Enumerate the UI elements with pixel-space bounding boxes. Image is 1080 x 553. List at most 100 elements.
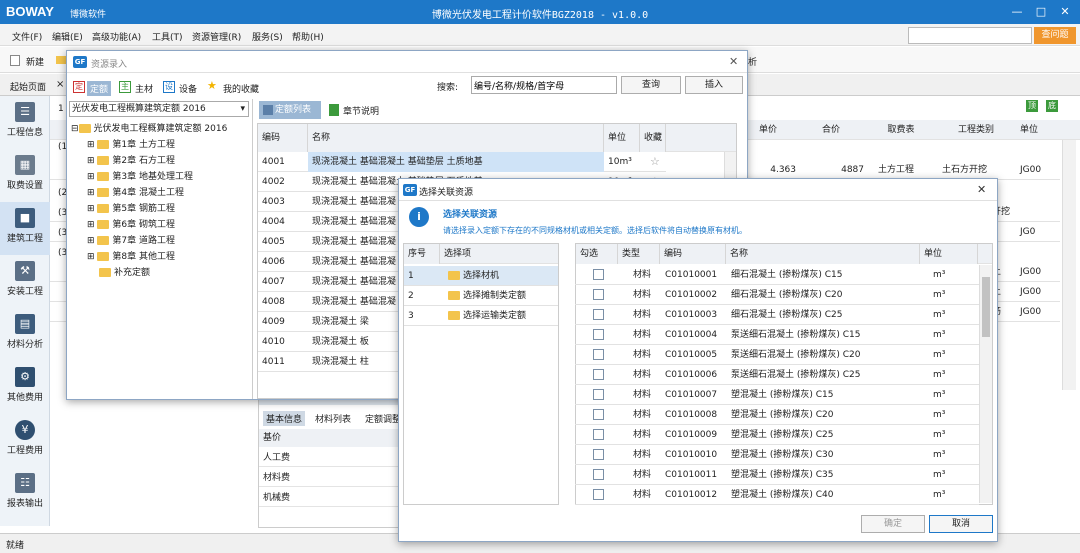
nav-other-fees[interactable]: ⚙ 其他费用	[0, 361, 50, 414]
tab-equipment[interactable]: 设备	[179, 82, 197, 95]
dialog-close-icon[interactable]: ✕	[729, 55, 738, 68]
ok-button[interactable]: 确定	[861, 515, 925, 533]
tree-item[interactable]: 补充定额	[99, 265, 150, 278]
bg-vertical-scrollbar[interactable]	[1062, 140, 1076, 390]
expand-icon[interactable]: ⊞	[87, 140, 95, 150]
tree-item[interactable]: ⊞ 第3章 地基处理工程	[87, 169, 193, 182]
tab-material-list[interactable]: 材料列表	[315, 412, 351, 425]
row-name: 塑混凝土 (掺粉煤灰) C15	[731, 390, 834, 400]
nav-fee-settings[interactable]: ▦ 取费设置	[0, 149, 50, 202]
row-checkbox[interactable]	[589, 485, 609, 505]
tree-item[interactable]: ⊞ 第6章 砌筑工程	[87, 217, 175, 230]
row-checkbox[interactable]	[589, 325, 609, 345]
new-button[interactable]: 新建	[26, 55, 44, 68]
nav-project-info[interactable]: ☰ 工程信息	[0, 96, 50, 149]
row-code: 4007	[262, 277, 285, 287]
tab-close-icon[interactable]: ×	[56, 79, 64, 90]
top-search-input[interactable]	[908, 27, 1032, 44]
row-checkbox[interactable]	[589, 385, 609, 405]
tab-my-favorites[interactable]: 我的收藏	[223, 82, 259, 95]
tree-item[interactable]: ⊞ 第5章 钢筋工程	[87, 201, 175, 214]
tab-quota-adjust[interactable]: 定额调整	[365, 412, 401, 425]
table-row[interactable]: 材料 C01010002 细石混凝土 (掺粉煤灰) C20 m³	[575, 285, 979, 305]
nav-building-works[interactable]: ■ 建筑工程	[0, 202, 50, 255]
table-row[interactable]: 材料 C01010005 泵送细石混凝土 (掺粉煤灰) C20 m³	[575, 345, 979, 365]
menu-resources[interactable]: 资源管理(R)	[192, 30, 241, 43]
table-row[interactable]: 材料 C01010003 细石混凝土 (掺粉煤灰) C25 m³	[575, 305, 979, 325]
menu-advanced[interactable]: 高级功能(A)	[92, 30, 141, 43]
resource-search-input[interactable]	[471, 76, 617, 94]
quota-set-select[interactable]: 光伏发电工程概算建筑定额 2016 ▾	[69, 101, 249, 117]
bottom-toggle-icon[interactable]: 底	[1046, 100, 1058, 112]
minimize-icon[interactable]: —	[1008, 4, 1026, 20]
menu-tools[interactable]: 工具(T)	[152, 30, 183, 43]
top-toggle-icon[interactable]: 顶	[1026, 100, 1038, 112]
table-row[interactable]: 材料 C01010012 塑混凝土 (掺粉煤灰) C40 m³	[575, 485, 979, 505]
book-icon	[329, 104, 339, 116]
list-item[interactable]: 3 选择运输类定额	[404, 306, 558, 326]
tree-root[interactable]: ⊟ 光伏发电工程概算建筑定额 2016	[71, 121, 227, 134]
close-icon[interactable]: ✕	[1056, 4, 1074, 20]
tab-basic-info[interactable]: 基本信息	[263, 411, 306, 426]
insert-button[interactable]: 插入	[685, 76, 743, 94]
row-checkbox[interactable]	[589, 345, 609, 365]
row-checkbox[interactable]	[589, 425, 609, 445]
new-file-icon[interactable]	[10, 55, 20, 66]
row-checkbox[interactable]	[589, 365, 609, 385]
tree-item[interactable]: ⊞ 第7章 道路工程	[87, 233, 175, 246]
tab-quota[interactable]: 定额	[87, 81, 112, 96]
table-row[interactable]: 材料 C01010001 细石混凝土 (掺粉煤灰) C15 m³	[575, 265, 979, 285]
list-item[interactable]: 1 选择材机	[404, 266, 558, 286]
folder-icon	[97, 188, 110, 197]
expand-icon[interactable]: ⊞	[87, 220, 95, 230]
row-checkbox[interactable]	[589, 405, 609, 425]
tree-item[interactable]: ⊞ 第2章 石方工程	[87, 153, 175, 166]
list-item[interactable]: 2 选择摊制类定额	[404, 286, 558, 306]
tab-start-page[interactable]: 起始页面	[10, 80, 46, 93]
tree-item[interactable]: ⊞ 第8章 其他工程	[87, 249, 175, 262]
scrollbar-thumb[interactable]	[982, 277, 990, 337]
nav-project-fees[interactable]: ¥ 工程费用	[0, 414, 50, 467]
row-checkbox[interactable]	[589, 465, 609, 485]
query-button[interactable]: 查询	[621, 76, 681, 94]
expand-icon[interactable]: ⊞	[87, 156, 95, 166]
table-row[interactable]: 材料 C01010004 泵送细石混凝土 (掺粉煤灰) C15 m³	[575, 325, 979, 345]
material-table-scrollbar[interactable]	[979, 265, 992, 503]
expand-icon[interactable]: ⊞	[87, 188, 95, 198]
tree-item[interactable]: ⊞ 第1章 土方工程	[87, 137, 175, 150]
cancel-button[interactable]: 取消	[929, 515, 993, 533]
expand-icon[interactable]: ⊞	[87, 236, 95, 246]
row-checkbox[interactable]	[589, 305, 609, 325]
dialog-close-icon[interactable]: ✕	[977, 183, 986, 196]
expand-icon[interactable]: ⊟	[71, 124, 79, 134]
open-folder-icon[interactable]	[56, 56, 66, 64]
ask-question-button[interactable]: 查问题	[1034, 27, 1076, 44]
table-row[interactable]: 材料 C01010009 塑混凝土 (掺粉煤灰) C25 m³	[575, 425, 979, 445]
nav-install-works[interactable]: ⚒ 安装工程	[0, 255, 50, 308]
table-row[interactable]: 材料 C01010007 塑混凝土 (掺粉煤灰) C15 m³	[575, 385, 979, 405]
expand-icon[interactable]: ⊞	[87, 204, 95, 214]
expand-icon[interactable]: ⊞	[87, 252, 95, 262]
row-checkbox[interactable]	[589, 445, 609, 465]
tab-main-material[interactable]: 主材	[135, 82, 153, 95]
maximize-icon[interactable]: □	[1032, 4, 1050, 20]
tab-chapter-notes[interactable]: 章节说明	[343, 104, 379, 117]
table-row[interactable]: 4001 现浇混凝土 基础混凝土 基础垫层 土质地基 10m³ ☆	[258, 152, 666, 172]
menu-edit[interactable]: 编辑(E)	[52, 30, 83, 43]
table-row[interactable]: 材料 C01010006 泵送细石混凝土 (掺粉煤灰) C25 m³	[575, 365, 979, 385]
table-row[interactable]: 材料 C01010010 塑混凝土 (掺粉煤灰) C30 m³	[575, 445, 979, 465]
menu-help[interactable]: 帮助(H)	[292, 30, 324, 43]
row-checkbox[interactable]	[589, 285, 609, 305]
toolbar-analysis-label[interactable]: 析	[748, 55, 757, 68]
nav-material-analysis[interactable]: ▤ 材料分析	[0, 308, 50, 361]
table-row[interactable]: 材料 C01010011 塑混凝土 (掺粉煤灰) C35 m³	[575, 465, 979, 485]
tree-item[interactable]: ⊞ 第4章 混凝土工程	[87, 185, 184, 198]
expand-icon[interactable]: ⊞	[87, 172, 95, 182]
menu-service[interactable]: 服务(S)	[252, 30, 283, 43]
row-unit: m³	[933, 370, 946, 380]
row-checkbox[interactable]	[589, 265, 609, 285]
table-row[interactable]: 材料 C01010008 塑混凝土 (掺粉煤灰) C20 m³	[575, 405, 979, 425]
menu-file[interactable]: 文件(F)	[12, 30, 42, 43]
nav-report-output[interactable]: ☷ 报表输出	[0, 467, 50, 520]
favorite-star-icon[interactable]: ☆	[646, 152, 664, 172]
